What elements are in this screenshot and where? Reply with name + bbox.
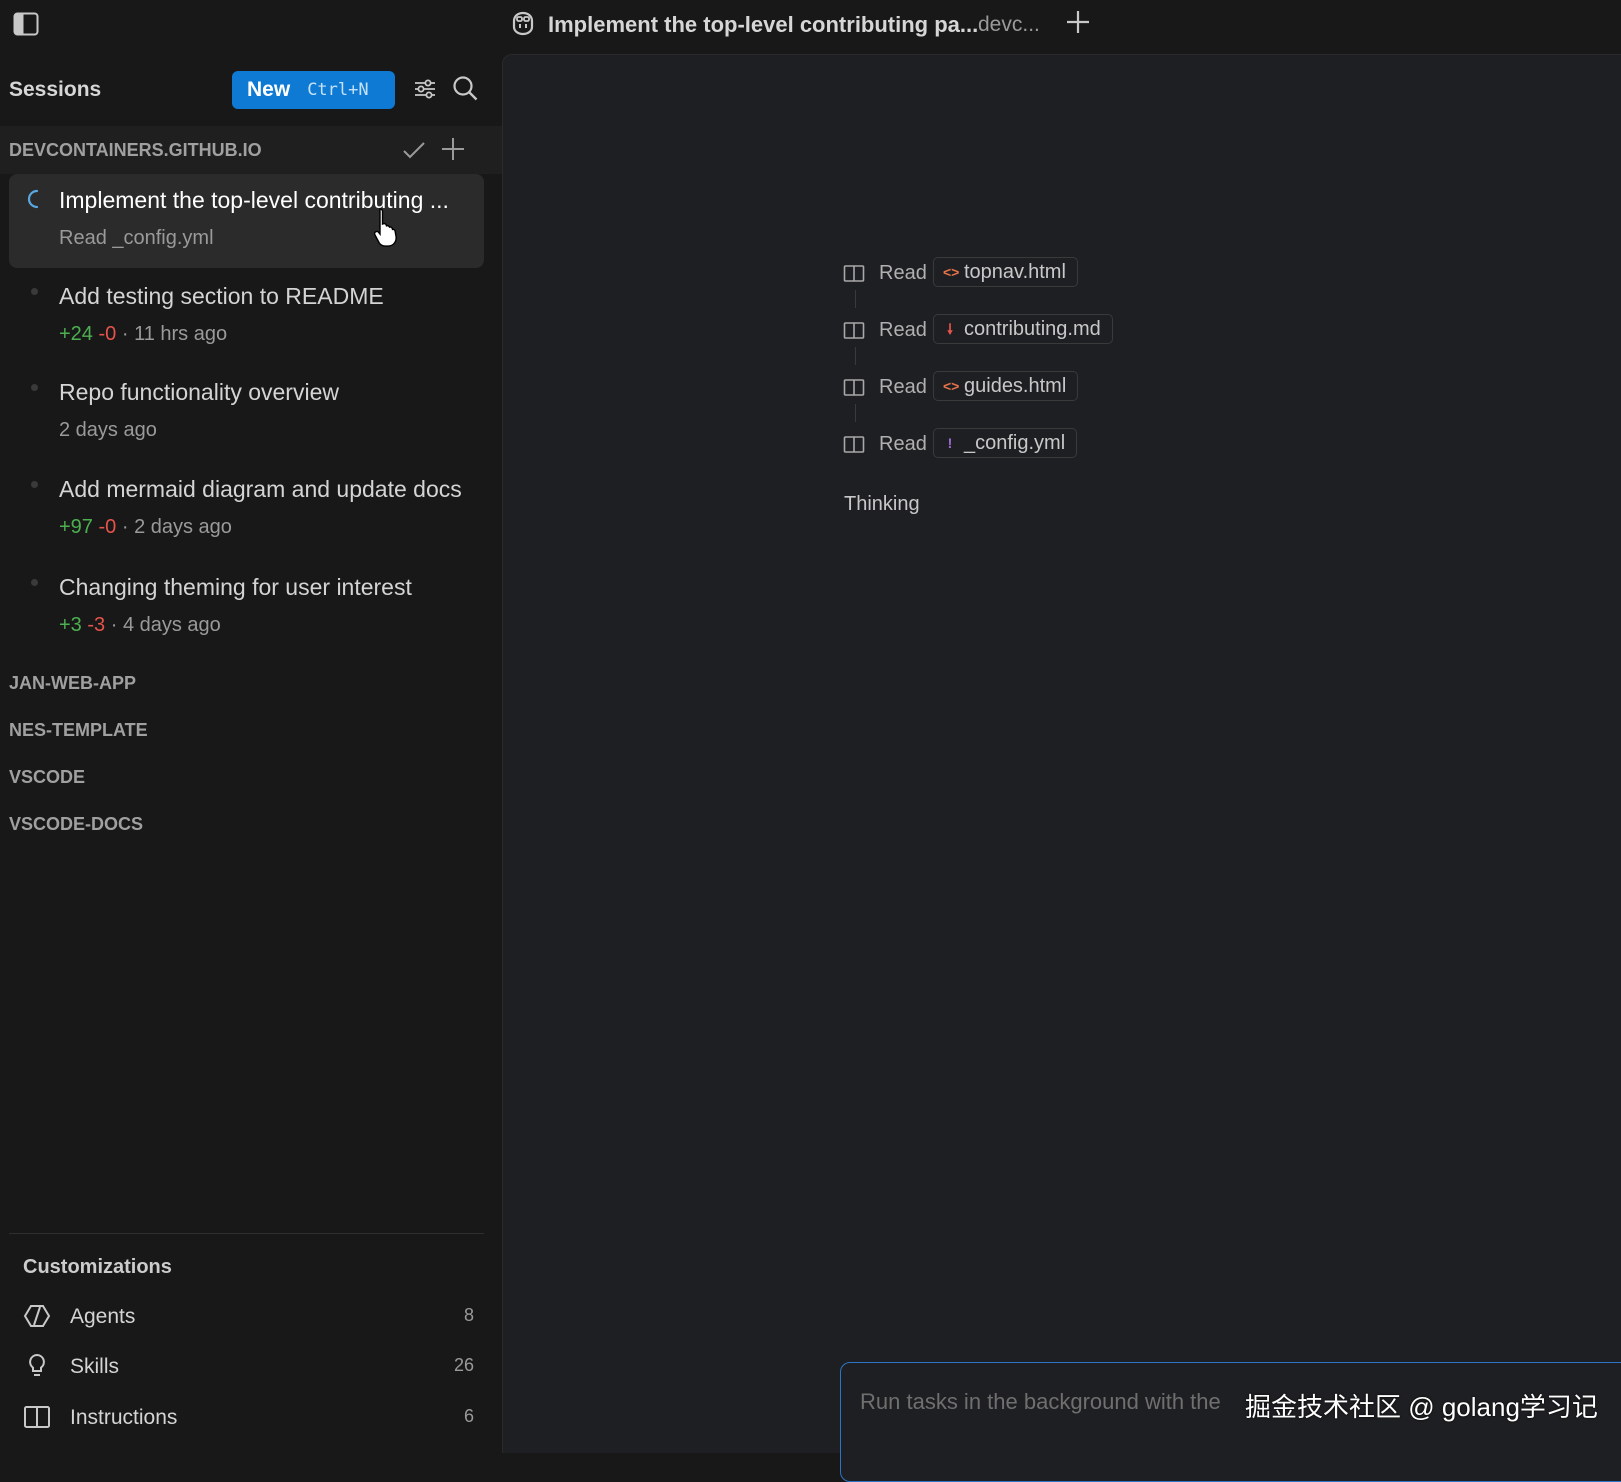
- new-tab-plus-icon[interactable]: [1063, 7, 1093, 37]
- book-icon: [843, 264, 865, 284]
- checkmark-icon[interactable]: [400, 136, 428, 164]
- tool-call-verb: Read: [879, 262, 927, 284]
- repo-group-vscode-docs[interactable]: VSCODE-DOCS: [9, 814, 143, 835]
- timeline-connector: [855, 347, 856, 365]
- chat-input-placeholder: Run tasks in the background with the: [860, 1389, 1221, 1414]
- session-title: Add testing section to README: [59, 283, 384, 309]
- file-chip[interactable]: 🠗 contributing.md: [933, 314, 1113, 344]
- tool-call-verb: Read: [879, 319, 927, 341]
- agents-icon: [22, 1301, 52, 1331]
- session-time: · 11 hrs ago: [121, 323, 228, 345]
- sessions-sidebar: Sessions New Ctrl+N DEVCONTAINERS.GITHUB…: [0, 54, 502, 1453]
- current-session-title: Implement the top-level contributing pa.…: [548, 12, 979, 37]
- lines-added: +97: [59, 516, 93, 538]
- tool-call-verb: Read: [879, 433, 927, 455]
- timeline-connector: [855, 404, 856, 422]
- new-session-label: New: [247, 78, 291, 101]
- customization-label: Skills: [70, 1355, 120, 1378]
- watermark: 掘金技术社区 @ golang学习记: [1245, 1392, 1598, 1422]
- book-icon: [22, 1402, 52, 1432]
- file-chip[interactable]: <> topnav.html: [933, 257, 1078, 287]
- session-time: 2 days ago: [59, 419, 157, 441]
- customization-count: 6: [463, 1406, 474, 1426]
- session-item[interactable]: Changing theming for user interest +3 -3…: [9, 561, 484, 655]
- customization-instructions[interactable]: Instructions 6: [22, 1398, 474, 1438]
- repo-group-vscode[interactable]: VSCODE: [9, 767, 85, 788]
- book-icon: [843, 378, 865, 398]
- sessions-heading: Sessions: [9, 78, 102, 101]
- session-item[interactable]: Repo functionality overview 2 days ago: [9, 366, 484, 460]
- customization-count: 26: [453, 1355, 474, 1375]
- copilot-icon: [508, 9, 538, 37]
- session-meta: +3 -3 · 4 days ago: [59, 614, 221, 637]
- repo-group-jan-web-app[interactable]: JAN-WEB-APP: [9, 673, 136, 694]
- customization-label: Instructions: [70, 1406, 178, 1429]
- lines-removed: -0: [98, 323, 117, 345]
- filter-sliders-icon[interactable]: [412, 76, 438, 102]
- session-bullet-icon: [31, 288, 38, 295]
- add-plus-icon[interactable]: [438, 134, 468, 164]
- file-name: contributing.md: [964, 317, 1101, 340]
- timeline-connector: [855, 290, 856, 308]
- customization-agents[interactable]: Agents 8: [22, 1297, 474, 1337]
- session-bullet-icon: [31, 579, 38, 586]
- file-chip[interactable]: <> guides.html: [933, 371, 1079, 401]
- current-session-repo: devc...: [978, 13, 1040, 36]
- loading-spinner-icon: [23, 188, 45, 210]
- hand-pointer-cursor-icon: [372, 206, 402, 248]
- customization-skills[interactable]: Skills 26: [22, 1347, 474, 1387]
- customization-label: Agents: [70, 1305, 136, 1328]
- session-status: Read _config.yml: [59, 227, 214, 249]
- repo-group-header[interactable]: DEVCONTAINERS.GITHUB.IO: [0, 126, 502, 174]
- file-name: topnav.html: [964, 260, 1066, 283]
- markdown-file-icon: 🠗: [946, 321, 953, 337]
- session-item-active[interactable]: Implement the top-level contributing ...…: [9, 174, 484, 268]
- session-meta: +97 -0 · 2 days ago: [59, 516, 232, 539]
- html-file-icon: <>: [943, 264, 960, 280]
- session-title: Changing theming for user interest: [59, 574, 412, 600]
- session-bullet-icon: [31, 384, 38, 391]
- lines-added: +24: [59, 323, 93, 345]
- lines-removed: -0: [98, 516, 117, 538]
- lightbulb-icon: [22, 1351, 52, 1381]
- title-bar: Implement the top-level contributing pa.…: [0, 0, 1621, 54]
- session-time: · 2 days ago: [121, 516, 232, 538]
- session-meta: +24 -0 · 11 hrs ago: [59, 323, 227, 346]
- customization-count: 8: [463, 1305, 474, 1325]
- session-item[interactable]: Add testing section to README +24 -0 · 1…: [9, 270, 484, 364]
- repo-group-nes-template[interactable]: NES-TEMPLATE: [9, 720, 148, 741]
- session-title: Implement the top-level contributing ...: [59, 187, 449, 213]
- lines-added: +3: [59, 614, 82, 636]
- html-file-icon: <>: [943, 378, 960, 394]
- repo-group-label: DEVCONTAINERS.GITHUB.IO: [9, 140, 262, 160]
- divider: [9, 1233, 484, 1234]
- thinking-status: Thinking: [844, 493, 920, 515]
- file-chip[interactable]: ! _config.yml: [933, 428, 1078, 458]
- book-icon: [843, 321, 865, 341]
- toggle-sidebar-icon[interactable]: [12, 10, 40, 38]
- yaml-file-icon: !: [947, 435, 953, 451]
- session-item[interactable]: Add mermaid diagram and update docs +97 …: [9, 463, 484, 557]
- tool-call-verb: Read: [879, 376, 927, 398]
- session-title: Add mermaid diagram and update docs: [59, 476, 462, 502]
- file-name: guides.html: [964, 374, 1067, 397]
- session-bullet-icon: [31, 481, 38, 488]
- search-icon[interactable]: [451, 74, 479, 102]
- file-name: _config.yml: [964, 431, 1066, 454]
- new-session-shortcut: Ctrl+N: [307, 80, 369, 100]
- session-title: Repo functionality overview: [59, 379, 339, 405]
- book-icon: [843, 435, 865, 455]
- new-session-button[interactable]: New Ctrl+N: [232, 71, 395, 109]
- session-time: · 4 days ago: [110, 614, 221, 636]
- lines-removed: -3: [87, 614, 106, 636]
- customizations-heading: Customizations: [23, 1256, 172, 1278]
